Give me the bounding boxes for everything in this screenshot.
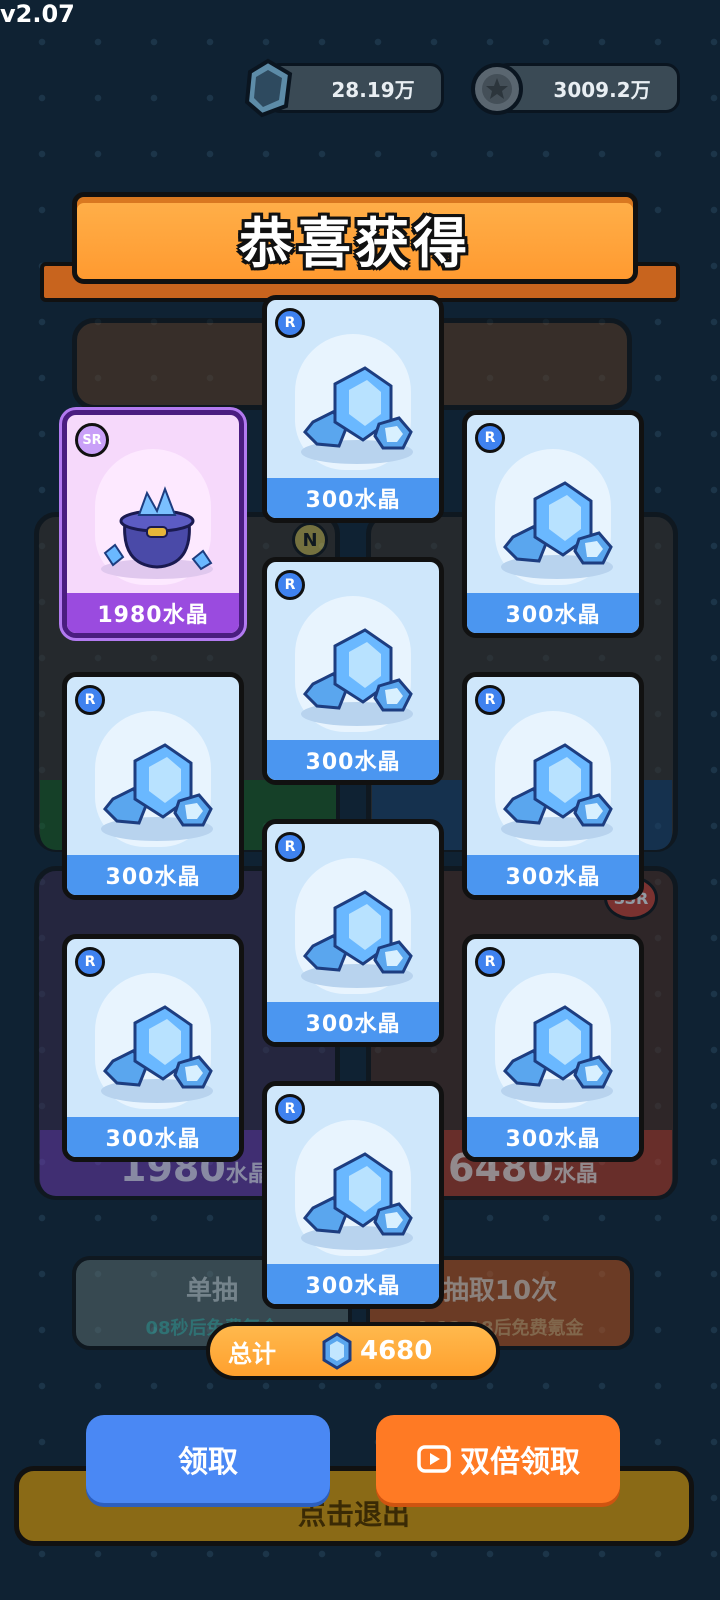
page-title: 恭喜获得 [239,211,471,275]
rarity-badge: R [275,308,305,338]
card-label: 300水晶 [467,593,639,633]
crystal-icon [299,1152,415,1250]
crystal-icon [322,1332,352,1370]
video-play-icon [417,1445,451,1473]
reward-card: R 300水晶 [262,1081,444,1309]
reward-card: R 300水晶 [62,672,244,900]
card-label: 300水晶 [67,1117,239,1157]
gem-balance-value: 28.19万 [331,77,415,102]
reward-card: R 300水晶 [262,819,444,1047]
crystal-icon [99,1005,215,1103]
card-label: 300水晶 [467,855,639,895]
crystal-icon [299,890,415,988]
crystal-icon [499,743,615,841]
card-label: 300水晶 [467,1117,639,1157]
reward-card: SR 1980水晶 [62,410,244,638]
card-label: 300水晶 [67,855,239,895]
card-label: 1980水晶 [67,593,239,633]
gem-icon [244,58,293,118]
rarity-badge: R [475,423,505,453]
claim-label: 领取 [178,1445,238,1480]
total-label: 总计 [228,1339,276,1368]
crystal-icon [299,366,415,464]
crystal-icon [499,1005,615,1103]
rarity-badge: R [275,570,305,600]
reward-card: R 300水晶 [462,410,644,638]
rarity-badge: R [275,1094,305,1124]
crystal-icon [99,743,215,841]
coin-icon [471,63,523,115]
card-label: 300水晶 [267,740,439,780]
reward-card: R 300水晶 [462,934,644,1162]
card-label: 300水晶 [267,1002,439,1042]
reward-card: R 300水晶 [62,934,244,1162]
reward-card: R 300水晶 [462,672,644,900]
rarity-badge: SR [75,423,109,457]
crystal-bag-icon [101,486,213,579]
reward-card: R 300水晶 [262,295,444,523]
double-claim-button[interactable]: 双倍领取 [376,1415,620,1503]
crystal-icon [499,481,615,579]
title-banner: 恭喜获得 [72,192,638,284]
card-label: 300水晶 [267,478,439,518]
claim-button[interactable]: 领取 [86,1415,330,1503]
card-label: 300水晶 [267,1264,439,1304]
rarity-badge: R [475,947,505,977]
crystal-icon [299,628,415,726]
rarity-badge: R [75,685,105,715]
rarity-badge: R [75,947,105,977]
reward-card: R 300水晶 [262,557,444,785]
coin-balance-value: 3009.2万 [553,77,651,102]
version-label: v2.07 [0,0,75,28]
total-bar: 总计 4680 [206,1322,500,1380]
double-claim-label: 双倍领取 [460,1445,580,1480]
rarity-badge: R [475,685,505,715]
bg-badge-n: N [292,522,328,558]
rarity-badge: R [275,832,305,862]
total-value: 4680 [360,1336,433,1366]
